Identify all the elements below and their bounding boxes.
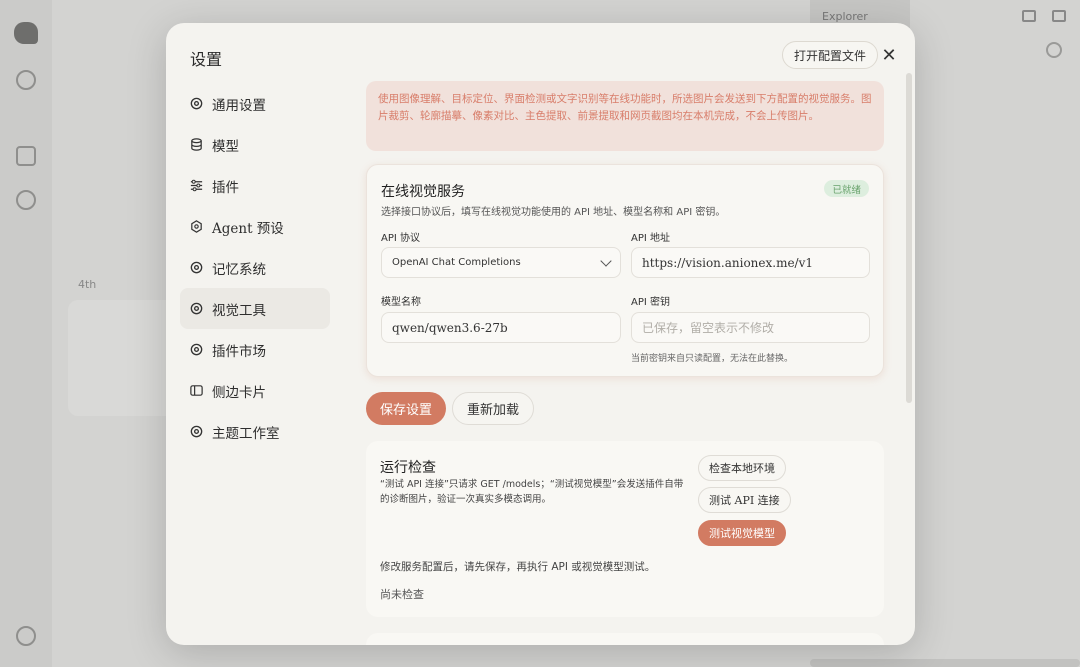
folder-icon[interactable] xyxy=(16,146,36,166)
settings-icon[interactable] xyxy=(16,626,36,646)
nav-item-label: 插件市场 xyxy=(212,343,266,360)
key-label: API 密钥 xyxy=(631,297,670,308)
settings-content: 使用图像理解、目标定位、界面检测或文字识别等在线功能时，所选图片会发送到下方配置… xyxy=(366,81,884,645)
gear-icon[interactable] xyxy=(1046,42,1062,58)
agent-icon xyxy=(188,219,204,235)
nav-item-label: 插件 xyxy=(212,179,239,196)
privacy-notice: 使用图像理解、目标定位、界面检测或文字识别等在线功能时，所选图片会发送到下方配置… xyxy=(366,81,884,151)
nav-item-theme-studio[interactable]: 主题工作室 xyxy=(180,411,330,452)
panel-icon xyxy=(188,383,204,399)
modal-scrollbar[interactable] xyxy=(906,73,912,403)
app-logo-icon xyxy=(14,22,38,44)
nav-item-label: 侧边卡片 xyxy=(212,384,266,401)
nav-item-side-cards[interactable]: 侧边卡片 xyxy=(180,370,330,411)
check-env-button[interactable]: 检查本地环境 xyxy=(698,455,786,481)
nav-item-agent-presets[interactable]: Agent 预设 xyxy=(180,206,330,247)
nav-item-label: 通用设置 xyxy=(212,97,266,114)
nav-item-plugin-market[interactable]: 插件市场 xyxy=(180,329,330,370)
nav-item-label: Agent 预设 xyxy=(212,220,284,237)
close-icon[interactable]: ✕ xyxy=(879,45,899,66)
left-rail xyxy=(0,0,52,667)
chevron-down-icon xyxy=(600,254,612,267)
online-vision-card: 在线视觉服务 已就绪 选择接口协议后，填写在线视觉功能使用的 API 地址、模型… xyxy=(366,164,884,377)
reload-button[interactable]: 重新加载 xyxy=(452,392,535,425)
nav-item-memory[interactable]: 记忆系统 xyxy=(180,247,330,288)
nav-item-label: 主题工作室 xyxy=(212,425,280,442)
test-model-button[interactable]: 测试视觉模型 xyxy=(698,520,786,546)
gear-icon xyxy=(188,260,204,276)
card-description: “测试 API 连接”只请求 GET /models；“测试视觉模型”会发送插件… xyxy=(380,479,684,505)
api-url-value: https://vision.anionex.me/v1 xyxy=(642,255,814,270)
run-check-card: 运行检查 “测试 API 连接”只请求 GET /models；“测试视觉模型”… xyxy=(366,441,884,617)
next-card xyxy=(366,633,884,645)
search-icon[interactable] xyxy=(16,190,36,210)
card-title: 运行检查 xyxy=(380,460,436,476)
background-crumb: 4th xyxy=(78,278,97,291)
open-config-button[interactable]: 打开配置文件 xyxy=(782,41,879,69)
nav-item-label: 记忆系统 xyxy=(212,261,266,278)
model-label: 模型名称 xyxy=(381,297,421,308)
protocol-select[interactable]: OpenAI Chat Completions xyxy=(381,247,621,278)
save-settings-button[interactable]: 保存设置 xyxy=(366,392,447,425)
protocol-value: OpenAI Chat Completions xyxy=(392,257,521,268)
modal-title: 设置 xyxy=(190,50,223,69)
nav-item-label: 视觉工具 xyxy=(212,302,266,319)
card-description: 选择接口协议后，填写在线视觉功能使用的 API 地址、模型名称和 API 密钥。 xyxy=(381,207,726,218)
test-api-button[interactable]: 测试 API 连接 xyxy=(698,487,791,513)
background-scrollbar xyxy=(810,659,1080,667)
check-note: 修改服务配置后，请先保存，再执行 API 或视觉模型测试。 xyxy=(380,561,656,573)
nav-item-label: 模型 xyxy=(212,138,239,155)
api-url-input[interactable]: https://vision.anionex.me/v1 xyxy=(631,247,870,278)
settings-nav: 通用设置 模型 插件 Agent 预设 记忆系统 视觉工具 插件市场 侧边卡片 xyxy=(180,83,330,452)
api-key-hint: 当前密钥来自只读配置，无法在此替换。 xyxy=(631,354,794,364)
card-title: 在线视觉服务 xyxy=(381,184,465,200)
nav-item-plugins[interactable]: 插件 xyxy=(180,165,330,206)
gear-icon xyxy=(188,424,204,440)
gear-icon xyxy=(188,96,204,112)
api-key-input[interactable]: 已保存，留空表示不修改 xyxy=(631,312,870,343)
settings-modal: 设置 打开配置文件 ✕ 通用设置 模型 插件 Agent 预设 记忆系统 视觉工… xyxy=(166,23,915,645)
status-badge: 已就绪 xyxy=(824,180,869,197)
gear-icon xyxy=(188,342,204,358)
gear-icon xyxy=(188,301,204,317)
nav-item-models[interactable]: 模型 xyxy=(180,124,330,165)
new-chat-icon[interactable] xyxy=(16,70,36,90)
sidebar-toggle-icon[interactable] xyxy=(1052,10,1066,22)
window-controls xyxy=(1022,10,1066,22)
nav-item-vision-tools[interactable]: 视觉工具 xyxy=(180,288,330,329)
protocol-label: API 协议 xyxy=(381,233,420,244)
check-status: 尚未检查 xyxy=(380,588,424,601)
layout-icon[interactable] xyxy=(1022,10,1036,22)
model-name-value: qwen/qwen3.6-27b xyxy=(392,320,508,335)
sliders-icon xyxy=(188,178,204,194)
nav-item-general[interactable]: 通用设置 xyxy=(180,83,330,124)
database-icon xyxy=(188,137,204,153)
url-label: API 地址 xyxy=(631,233,670,244)
api-key-placeholder: 已保存，留空表示不修改 xyxy=(642,321,775,335)
model-name-input[interactable]: qwen/qwen3.6-27b xyxy=(381,312,621,343)
